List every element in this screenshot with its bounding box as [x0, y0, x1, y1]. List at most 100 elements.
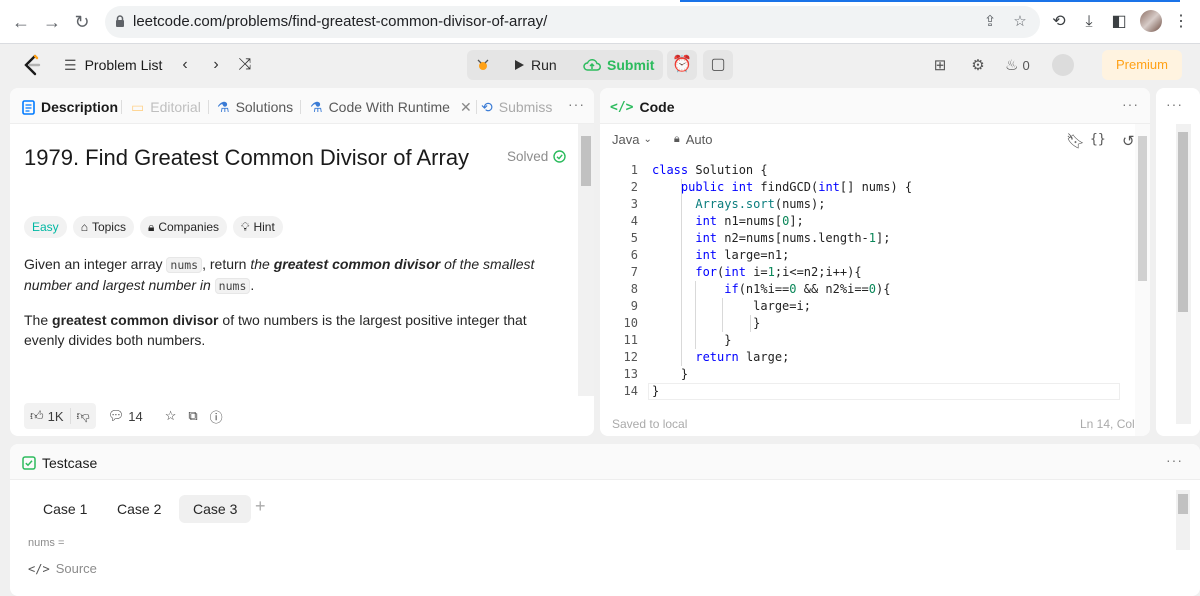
forward-icon[interactable]: → — [40, 10, 64, 34]
download-icon[interactable]: ⤓ — [1078, 11, 1100, 33]
auto-mode[interactable]: 🔒︎ Auto — [674, 132, 713, 147]
reset-icon[interactable]: ↺ — [1122, 132, 1135, 150]
address-bar[interactable]: leetcode.com/problems/find-greatest-comm… — [105, 6, 1040, 38]
reload-icon[interactable]: ↻ — [70, 10, 94, 34]
run-button[interactable]: Run — [501, 50, 569, 80]
code-icon: </> — [610, 99, 634, 115]
source-toggle[interactable]: </> Source — [28, 561, 97, 576]
difficulty-badge: Easy — [24, 216, 67, 238]
format-braces-icon[interactable]: {} — [1090, 132, 1106, 147]
code-panel: </> Code ··· Java ⌄ 🔒︎ Auto 🔖︎ {} ↺ 1 class… — [600, 88, 1150, 436]
code-line[interactable]: 1 class Solution { — [600, 162, 1150, 179]
companies-tag[interactable]: 🔒︎ Companies — [139, 216, 228, 238]
menu-icon[interactable]: ⋮ — [1170, 11, 1192, 33]
share-icon[interactable]: ⇪ — [980, 12, 1000, 32]
code-line[interactable]: 14} — [600, 383, 1150, 400]
prev-problem-icon[interactable]: ‹ — [176, 55, 194, 75]
tab-submissions-label: Submiss — [498, 99, 553, 115]
comments-button[interactable]: 💬︎ 14 — [108, 408, 143, 424]
tab-description[interactable]: Description — [22, 98, 118, 116]
code-line[interactable]: 2 public int findGCD(int[] nums) { — [600, 179, 1150, 196]
sidepanel-icon[interactable]: ◧ — [1108, 11, 1130, 33]
code-line[interactable]: 12 return large; — [600, 349, 1150, 366]
hint-tag[interactable]: 💡︎ Hint — [233, 216, 283, 238]
more-options-icon[interactable]: ··· — [1122, 96, 1139, 112]
bookmark-icon[interactable]: 🔖︎ — [1066, 132, 1085, 150]
premium-button[interactable]: Premium — [1102, 50, 1182, 80]
code-line[interactable]: 4 int n1=nums[0]; — [600, 213, 1150, 230]
streak-counter[interactable]: ♨ 0 — [1005, 56, 1039, 76]
tab-code-with-runtime[interactable]: ⚗ Code With Runtime ✕ — [310, 98, 472, 116]
star-icon[interactable]: ☆ — [1010, 12, 1030, 32]
description-panel: Description ▭ Editorial ⚗ Solutions ⚗ Co… — [10, 88, 594, 436]
case-1-tab[interactable]: Case 1 — [29, 495, 101, 523]
checkbox-icon — [22, 456, 36, 470]
shuffle-icon[interactable]: ⤨ — [236, 55, 254, 75]
url-text[interactable]: leetcode.com/problems/find-greatest-comm… — [133, 13, 547, 30]
line-code: int n1=nums[0]; — [695, 214, 804, 228]
leetcode-logo-icon[interactable] — [22, 54, 42, 76]
document-icon — [22, 99, 35, 115]
alarm-icon[interactable]: ⏰ — [667, 50, 697, 80]
back-icon[interactable]: ← — [9, 10, 33, 34]
debug-icon[interactable] — [469, 50, 499, 80]
close-icon[interactable]: ✕ — [460, 99, 472, 116]
line-number: 11 — [623, 333, 638, 347]
code-line[interactable]: 6 int large=n1; — [600, 247, 1150, 264]
topics-label: Topics — [91, 220, 126, 234]
code-line[interactable]: 8 if(n1%i==0 && n2%i==0){ — [600, 281, 1150, 298]
code-line[interactable]: 13 } — [600, 366, 1150, 383]
submit-button[interactable]: Submit — [571, 50, 666, 80]
layout-grid-icon[interactable]: ⊞ — [930, 56, 950, 76]
code-line[interactable]: 7 for(int i=1;i<=n2;i++){ — [600, 264, 1150, 281]
line-code: } — [652, 384, 660, 398]
user-avatar[interactable] — [1052, 54, 1074, 76]
case-2-tab[interactable]: Case 2 — [103, 495, 175, 523]
help-icon[interactable]: ⓘ — [210, 407, 223, 426]
editor-scrollbar[interactable] — [1135, 124, 1150, 436]
tag-row: Easy ⌂ Topics 🔒︎ Companies 💡︎ Hint — [24, 216, 283, 238]
hint-label: Hint — [253, 220, 275, 234]
more-options-icon[interactable]: ··· — [1166, 452, 1183, 468]
case-3-tab[interactable]: Case 3 — [179, 495, 252, 523]
leetcode-navbar: ☰ Problem List ‹ › ⤨ Run Submit ⏰ ▢ ⊞ ⚙ … — [0, 44, 1200, 86]
lock-icon[interactable] — [115, 15, 125, 28]
tab-testcase-label: Testcase — [42, 455, 98, 471]
notes-icon[interactable]: ▢ — [703, 50, 733, 80]
like-button[interactable]: 👍︎ 1K — [24, 408, 70, 424]
code-line[interactable]: 9 large=i; — [600, 298, 1150, 315]
right-scrollbar[interactable] — [1176, 124, 1191, 424]
problem-title: 1979. Find Greatest Common Divisor of Ar… — [24, 145, 470, 170]
code-line[interactable]: 5 int n2=nums[nums.length-1]; — [600, 230, 1150, 247]
inline-code: nums — [166, 257, 203, 273]
code-line[interactable]: 10 } — [600, 315, 1150, 332]
tab-testcase[interactable]: Testcase — [22, 454, 97, 472]
settings-gear-icon[interactable]: ⚙ — [968, 56, 988, 76]
dislike-button[interactable]: 👎︎ — [69, 408, 96, 424]
next-problem-icon[interactable]: › — [207, 55, 225, 75]
testcase-scrollbar[interactable] — [1176, 490, 1190, 550]
language-select[interactable]: Java ⌄ — [612, 132, 652, 147]
tab-code[interactable]: </> Code — [610, 98, 674, 116]
problem-list-button[interactable]: ☰ Problem List — [64, 53, 162, 77]
line-number: 7 — [630, 265, 638, 279]
code-line[interactable]: 11 } — [600, 332, 1150, 349]
tab-solutions[interactable]: ⚗ Solutions — [217, 98, 293, 116]
extension-icon[interactable]: ⟲ — [1048, 11, 1070, 33]
editor-toolbar: Java ⌄ 🔒︎ Auto — [612, 132, 712, 147]
line-number: 5 — [630, 231, 638, 245]
profile-avatar[interactable] — [1140, 10, 1162, 32]
share-external-icon[interactable]: ⧉ — [188, 408, 197, 424]
add-case-icon[interactable]: + — [255, 496, 266, 517]
code-lines[interactable]: 1 class Solution {2 public int findGCD(in… — [600, 162, 1150, 400]
more-options-icon[interactable]: ··· — [1166, 96, 1183, 112]
favorite-star-icon[interactable]: ☆ — [165, 408, 177, 424]
code-editor[interactable]: 1 class Solution {2 public int findGCD(in… — [600, 162, 1150, 400]
more-options-icon[interactable]: ··· — [568, 96, 585, 112]
description-footer: 👍︎ 1K 👎︎ 💬︎ 14 ☆ ⧉ ⓘ — [24, 403, 223, 429]
topics-tag[interactable]: ⌂ Topics — [72, 216, 134, 238]
tab-editorial[interactable]: ▭ Editorial — [131, 98, 201, 116]
tab-submissions[interactable]: ⟲ Submiss — [481, 98, 552, 116]
description-scrollbar[interactable] — [578, 124, 594, 396]
code-line[interactable]: 3 Arrays.sort(nums); — [600, 196, 1150, 213]
